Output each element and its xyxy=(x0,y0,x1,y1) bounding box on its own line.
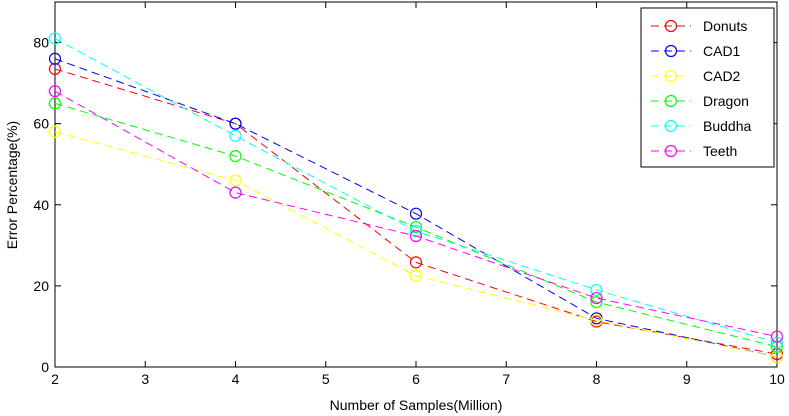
y-tick-label: 80 xyxy=(33,35,49,51)
x-tick-label: 5 xyxy=(322,371,330,387)
legend-label: Dragon xyxy=(703,93,749,109)
legend: Donuts CAD1 CAD2 Dragon Buddha Teeth xyxy=(640,7,775,168)
y-axis-label: Error Percentage(%) xyxy=(4,121,20,249)
legend-label: Teeth xyxy=(703,143,737,159)
legend-label: Buddha xyxy=(703,118,751,134)
x-tick-label: 7 xyxy=(502,371,510,387)
x-tick-label: 10 xyxy=(769,371,785,387)
legend-label: CAD2 xyxy=(703,68,741,84)
line-chart: 2 3 4 5 6 7 8 9 10 0 20 40 60 80 Donuts CAD1 CAD2 Dragon… xyxy=(4,1,785,413)
legend-label: CAD1 xyxy=(703,43,741,59)
x-tick-label: 3 xyxy=(141,371,149,387)
legend-label: Donuts xyxy=(703,18,747,34)
x-tick-label: 9 xyxy=(683,371,691,387)
x-tick-label: 6 xyxy=(412,371,420,387)
x-tick-label: 4 xyxy=(232,371,240,387)
y-tick-label: 20 xyxy=(33,278,49,294)
x-axis-label: Number of Samples(Million) xyxy=(330,397,503,413)
y-tick-label: 0 xyxy=(41,359,49,375)
y-tick-label: 60 xyxy=(33,116,49,132)
y-tick-label: 40 xyxy=(33,197,49,213)
x-tick-label: 2 xyxy=(51,371,59,387)
x-tick-label: 8 xyxy=(593,371,601,387)
